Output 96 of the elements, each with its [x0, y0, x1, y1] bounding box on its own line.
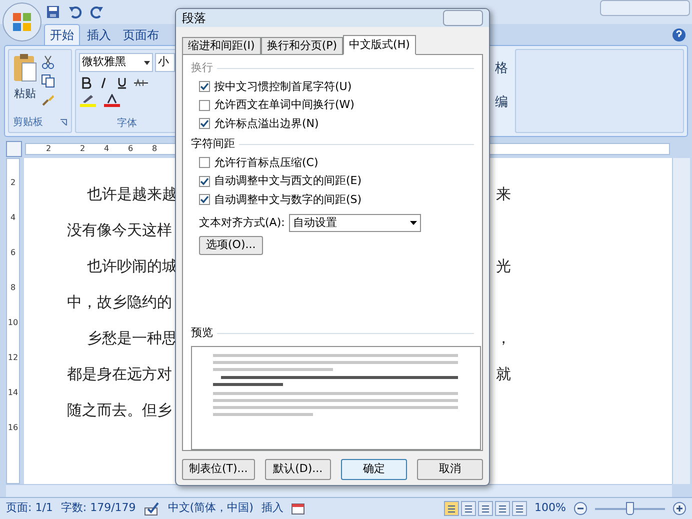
highlight-icon[interactable]: [79, 94, 97, 108]
page-count[interactable]: 页面: 1/1: [6, 500, 53, 517]
ruler-number: 2: [46, 143, 52, 155]
alignment-select[interactable]: 自动设置: [288, 214, 421, 232]
view-icon[interactable]: [460, 501, 476, 516]
font-size-field[interactable]: 小: [155, 53, 175, 72]
document-text: 就: [496, 364, 511, 382]
ruler-number: 12: [8, 352, 18, 364]
copy-icon[interactable]: [41, 74, 55, 88]
ruler-number: 2: [10, 177, 16, 189]
checkbox[interactable]: [199, 81, 210, 92]
bold-icon[interactable]: [79, 76, 93, 90]
zoom-level[interactable]: 100%: [534, 500, 566, 517]
document-text: 没有像今天这样: [67, 221, 172, 239]
document-text: 来: [496, 184, 511, 202]
ruler-number: 8: [152, 143, 158, 155]
help-icon[interactable]: [672, 28, 686, 42]
document-text: 乡愁是一种思: [87, 329, 177, 347]
ribbon-tab[interactable]: 插入: [82, 24, 116, 45]
options-button[interactable]: 选项(O)...: [199, 236, 263, 255]
alignment-label: 文本对齐方式(A):: [199, 214, 285, 231]
document-text: 都是身在远方对: [67, 365, 172, 383]
dialog-tab[interactable]: 缩进和间距(I): [182, 37, 261, 55]
view-icon[interactable]: [478, 501, 493, 516]
ribbon-button-fragment[interactable]: 编: [495, 92, 508, 112]
checkbox[interactable]: [199, 176, 210, 187]
dialog-button[interactable]: 默认(D)...: [264, 458, 331, 480]
ribbon-tab[interactable]: 页面布: [118, 24, 164, 45]
zoom-in-icon[interactable]: [673, 502, 686, 515]
group-label: 剪贴板: [13, 116, 43, 130]
proofing-icon[interactable]: [144, 502, 160, 516]
dialog-button[interactable]: 确定: [340, 458, 407, 480]
section-heading: 换行: [191, 60, 213, 76]
checkbox-label[interactable]: 按中文习惯控制首尾字符(U): [214, 78, 352, 95]
zoom-slider-thumb[interactable]: [626, 502, 634, 515]
checkbox[interactable]: [199, 194, 210, 206]
view-icon[interactable]: [494, 501, 510, 516]
undo-icon[interactable]: [68, 5, 82, 19]
insert-mode[interactable]: 插入: [261, 500, 284, 517]
horizontal-scrollbar[interactable]: [6, 484, 672, 497]
checkbox[interactable]: [199, 100, 210, 111]
document-text: 中，故乡隐约的: [67, 293, 172, 311]
ribbon-button-fragment[interactable]: 格: [495, 59, 508, 78]
zoom-out-icon[interactable]: [574, 502, 587, 515]
checkbox-label[interactable]: 允许行首标点压缩(C): [214, 154, 318, 171]
ruler-number: 4: [104, 143, 110, 155]
dialog-button[interactable]: 制表位(T)...: [182, 458, 255, 480]
ruler-number: 2: [80, 143, 86, 155]
checkbox-label[interactable]: 自动调整中文与数字的间距(S): [214, 192, 362, 208]
document-text: 光: [496, 256, 511, 274]
dropdown-arrow-icon: [410, 221, 417, 225]
macro-icon[interactable]: [291, 502, 306, 515]
section-heading: 字符间距: [191, 136, 235, 152]
paste-icon[interactable]: [12, 53, 38, 83]
dialog-title: 段落: [182, 10, 206, 27]
ruler-number: 10: [8, 317, 18, 329]
font-name-value: 微软雅黑: [82, 54, 126, 70]
ribbon-tab[interactable]: 开始: [44, 24, 80, 45]
ruler-number: 8: [10, 282, 16, 294]
ruler-number: 4: [10, 212, 16, 224]
checkbox[interactable]: [199, 157, 210, 168]
underline-icon[interactable]: [115, 76, 129, 90]
checkmark-icon: [200, 119, 209, 128]
font-name-field[interactable]: 微软雅黑: [79, 53, 153, 72]
checkbox-label[interactable]: 允许标点溢出边界(N): [214, 116, 319, 132]
scissors-icon[interactable]: [41, 55, 55, 69]
save-icon[interactable]: [46, 5, 60, 19]
ruler-number: 14: [8, 387, 18, 399]
dialog-tab[interactable]: 换行和分页(P): [260, 37, 344, 55]
word-count[interactable]: 字数: 179/179: [60, 500, 136, 517]
office-button-icon[interactable]: [2, 2, 42, 42]
dialog-button[interactable]: 取消: [416, 458, 483, 480]
launcher-icon[interactable]: [60, 119, 67, 126]
document-text: 也许是越来越: [87, 185, 177, 203]
checkbox-label[interactable]: 允许西文在单词中间换行(W): [214, 97, 354, 114]
document-text: ，: [496, 328, 511, 346]
vertical-scrollbar[interactable]: [672, 158, 690, 484]
view-icon[interactable]: [512, 501, 527, 516]
ruler-number: 6: [10, 247, 16, 259]
paste-button[interactable]: 粘贴: [14, 86, 36, 102]
checkbox-label[interactable]: 自动调整中文与西文的间距(E): [214, 173, 362, 190]
alignment-value: 自动设置: [292, 214, 337, 231]
checkbox[interactable]: [199, 118, 210, 130]
dropdown-arrow-icon: [144, 60, 150, 64]
font-color-icon[interactable]: [103, 94, 121, 108]
checkmark-icon: [200, 82, 209, 92]
view-icon[interactable]: [444, 501, 459, 516]
language-status[interactable]: 中文(简体，中国): [168, 500, 254, 517]
ruler-number: 16: [8, 422, 18, 434]
ruler-number: 6: [128, 143, 134, 155]
section-heading: 预览: [191, 325, 213, 341]
group-label: 字体: [117, 116, 137, 131]
dialog-tab[interactable]: 中文版式(H): [343, 35, 416, 55]
document-text: 随之而去。但乡: [67, 401, 172, 419]
redo-icon[interactable]: [90, 5, 104, 19]
brush-icon[interactable]: [41, 93, 55, 107]
